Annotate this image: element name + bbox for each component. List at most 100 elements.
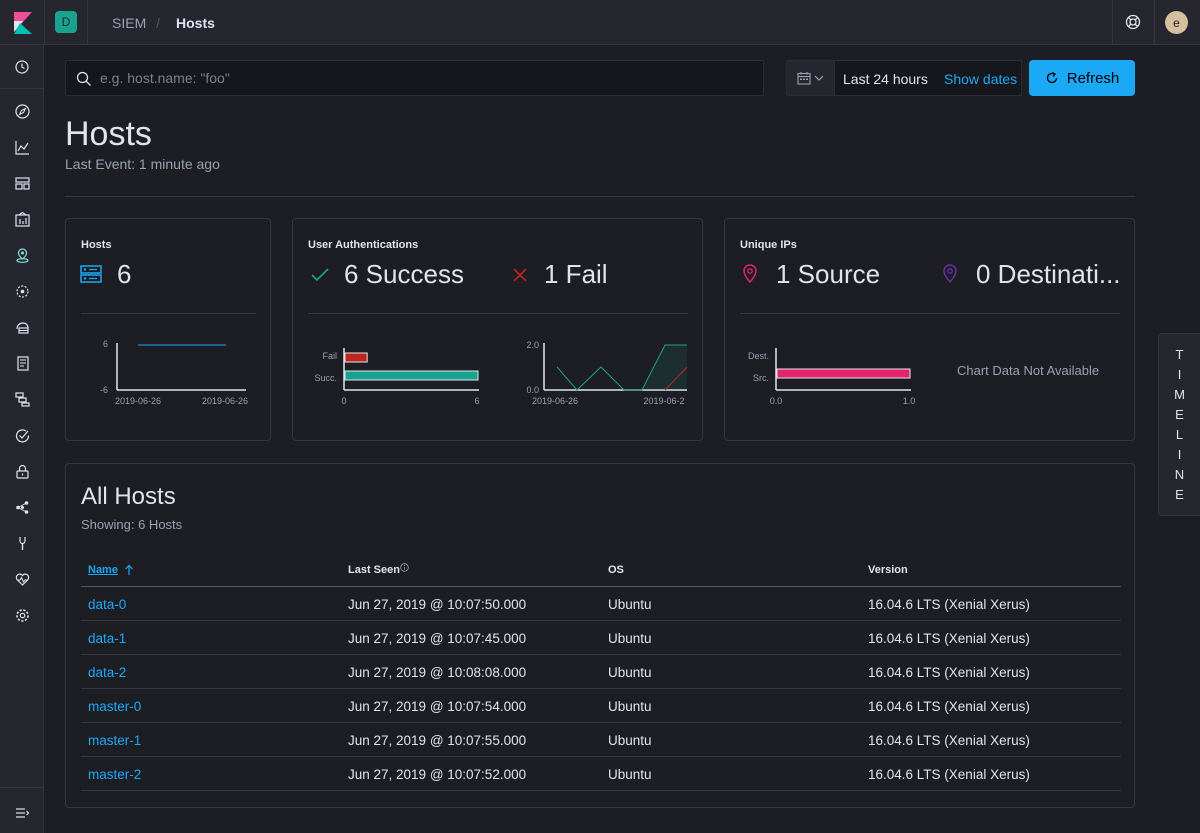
hosts-icon	[80, 265, 102, 283]
sort-ascending-icon[interactable]	[124, 564, 134, 576]
y-tick-label: 2.0	[526, 340, 539, 350]
panel-divider	[740, 313, 1120, 314]
panel-divider	[81, 313, 256, 314]
discover-compass-icon[interactable]	[10, 99, 34, 123]
x-tick-label: 2019-06-26	[115, 396, 161, 406]
host-name-link[interactable]: master-1	[88, 733, 141, 748]
x-tick-label: 2019-06-26	[532, 396, 578, 406]
recently-viewed-icon[interactable]	[10, 55, 34, 79]
host-os: Ubuntu	[608, 767, 652, 782]
side-navigation	[0, 45, 44, 833]
kibana-logo-icon[interactable]	[0, 0, 45, 45]
graph-icon[interactable]	[10, 495, 34, 519]
ips-bar-chart: Dest. Src. 0.0 1.0	[748, 348, 915, 406]
last-event-text: Last Event: 1 minute ago	[65, 156, 220, 172]
timeline-letter: I	[1177, 366, 1182, 382]
y-tick-label: Src.	[753, 373, 769, 383]
logs-icon[interactable]	[10, 351, 34, 375]
host-name-link[interactable]: data-0	[88, 597, 126, 612]
fail-bar	[344, 352, 368, 363]
dev-tools-wrench-icon[interactable]	[10, 531, 34, 555]
host-name-link[interactable]: master-2	[88, 767, 141, 782]
host-last-seen: Jun 27, 2019 @ 10:07:50.000	[348, 597, 527, 612]
collapse-menu-icon[interactable]	[10, 801, 34, 825]
quick-select-button[interactable]	[787, 61, 835, 95]
table-row: master-2 Jun 27, 2019 @ 10:07:52.000 Ubu…	[81, 757, 1121, 791]
x-tick-label: 2019-06-26	[202, 396, 248, 406]
kpi-ips-source: 1 Source	[776, 259, 881, 289]
refresh-icon	[1046, 71, 1057, 84]
kpi-auth-success: 6 Success	[344, 259, 464, 289]
y-tick-label: Succ.	[314, 373, 337, 383]
uptime-icon[interactable]	[10, 423, 34, 447]
kql-search-bar[interactable]	[65, 60, 764, 96]
dashboard-icon[interactable]	[10, 171, 34, 195]
timeline-letter: I	[1177, 446, 1182, 462]
column-header-name[interactable]: Name	[88, 564, 118, 576]
management-gear-icon[interactable]	[10, 603, 34, 627]
host-name-link[interactable]: data-1	[88, 631, 126, 646]
refresh-button[interactable]: Refresh	[1029, 60, 1135, 96]
page-title: Hosts	[65, 115, 152, 153]
column-header-version[interactable]: Version	[868, 564, 908, 576]
timeline-letter: N	[1174, 466, 1185, 482]
header-divider	[87, 0, 88, 45]
infrastructure-icon[interactable]	[10, 315, 34, 339]
host-os: Ubuntu	[608, 597, 652, 612]
timeline-letter: L	[1175, 426, 1184, 442]
table-row: master-1 Jun 27, 2019 @ 10:07:55.000 Ubu…	[81, 723, 1121, 757]
search-input[interactable]	[100, 61, 755, 95]
y-tick-label: 6	[103, 339, 108, 349]
table-row: master-0 Jun 27, 2019 @ 10:07:54.000 Ubu…	[81, 689, 1121, 723]
top-header: D SIEM / Hosts e	[0, 0, 1200, 45]
host-last-seen: Jun 27, 2019 @ 10:07:54.000	[348, 699, 527, 714]
all-hosts-panel: All Hosts Showing: 6 Hosts Name Last See…	[65, 463, 1135, 808]
column-header-last-seen[interactable]: Last Seen	[348, 564, 400, 576]
hosts-area-chart: 6 -6 2019-06-26 2019-06-26	[100, 339, 248, 406]
timeline-flyout-button[interactable]: T I M E L I N E	[1158, 333, 1200, 516]
host-version: 16.04.6 LTS (Xenial Xerus)	[868, 699, 1030, 714]
user-avatar[interactable]: e	[1165, 11, 1188, 34]
host-os: Ubuntu	[608, 699, 652, 714]
apm-icon[interactable]	[10, 387, 34, 411]
siem-lock-icon[interactable]	[10, 459, 34, 483]
host-version: 16.04.6 LTS (Xenial Xerus)	[868, 767, 1030, 782]
destination-pin-icon	[943, 264, 957, 284]
chart-unavailable-text: Chart Data Not Available	[957, 363, 1100, 378]
check-icon	[311, 268, 329, 282]
host-name-link[interactable]: master-0	[88, 699, 141, 714]
table-title: All Hosts	[81, 483, 176, 510]
breadcrumb-current: Hosts	[176, 15, 215, 31]
breadcrumb-siem[interactable]: SIEM	[112, 15, 146, 31]
y-tick-label: Fail	[322, 351, 337, 361]
info-icon[interactable]	[400, 563, 409, 572]
host-name-link[interactable]: data-2	[88, 665, 126, 680]
timeline-letter: M	[1174, 386, 1185, 402]
kpi-ips-title: Unique IPs	[740, 239, 797, 251]
chevron-down-icon	[814, 75, 824, 81]
nav-divider	[0, 88, 44, 89]
visualize-icon[interactable]	[10, 135, 34, 159]
host-last-seen: Jun 27, 2019 @ 10:07:52.000	[348, 767, 527, 782]
host-os: Ubuntu	[608, 631, 652, 646]
machine-learning-icon[interactable]	[10, 279, 34, 303]
monitoring-heartbeat-icon[interactable]	[10, 567, 34, 591]
refresh-label: Refresh	[1066, 69, 1120, 87]
y-tick-label: 0.0	[526, 385, 539, 395]
show-dates-link[interactable]: Show dates	[944, 71, 1017, 87]
host-last-seen: Jun 27, 2019 @ 10:08:08.000	[348, 665, 527, 680]
space-avatar[interactable]: D	[55, 11, 77, 33]
column-header-os[interactable]: OS	[608, 564, 624, 576]
table-row: data-1 Jun 27, 2019 @ 10:07:45.000 Ubunt…	[81, 621, 1121, 655]
maps-icon[interactable]	[10, 243, 34, 267]
x-tick-label: 0	[341, 396, 346, 406]
host-version: 16.04.6 LTS (Xenial Xerus)	[868, 631, 1030, 646]
date-range-label[interactable]: Last 24 hours	[843, 71, 928, 87]
canvas-icon[interactable]	[10, 207, 34, 231]
host-version: 16.04.6 LTS (Xenial Xerus)	[868, 597, 1030, 612]
auth-bar-chart: Fail Succ. 0 6	[314, 348, 480, 406]
x-tick-label: 2019-06-2	[643, 396, 684, 406]
nav-divider	[0, 787, 44, 788]
auth-area-chart: 2.0 0.0 2019-06-26 2019-06-2	[526, 340, 688, 406]
help-icon[interactable]	[1121, 10, 1145, 34]
